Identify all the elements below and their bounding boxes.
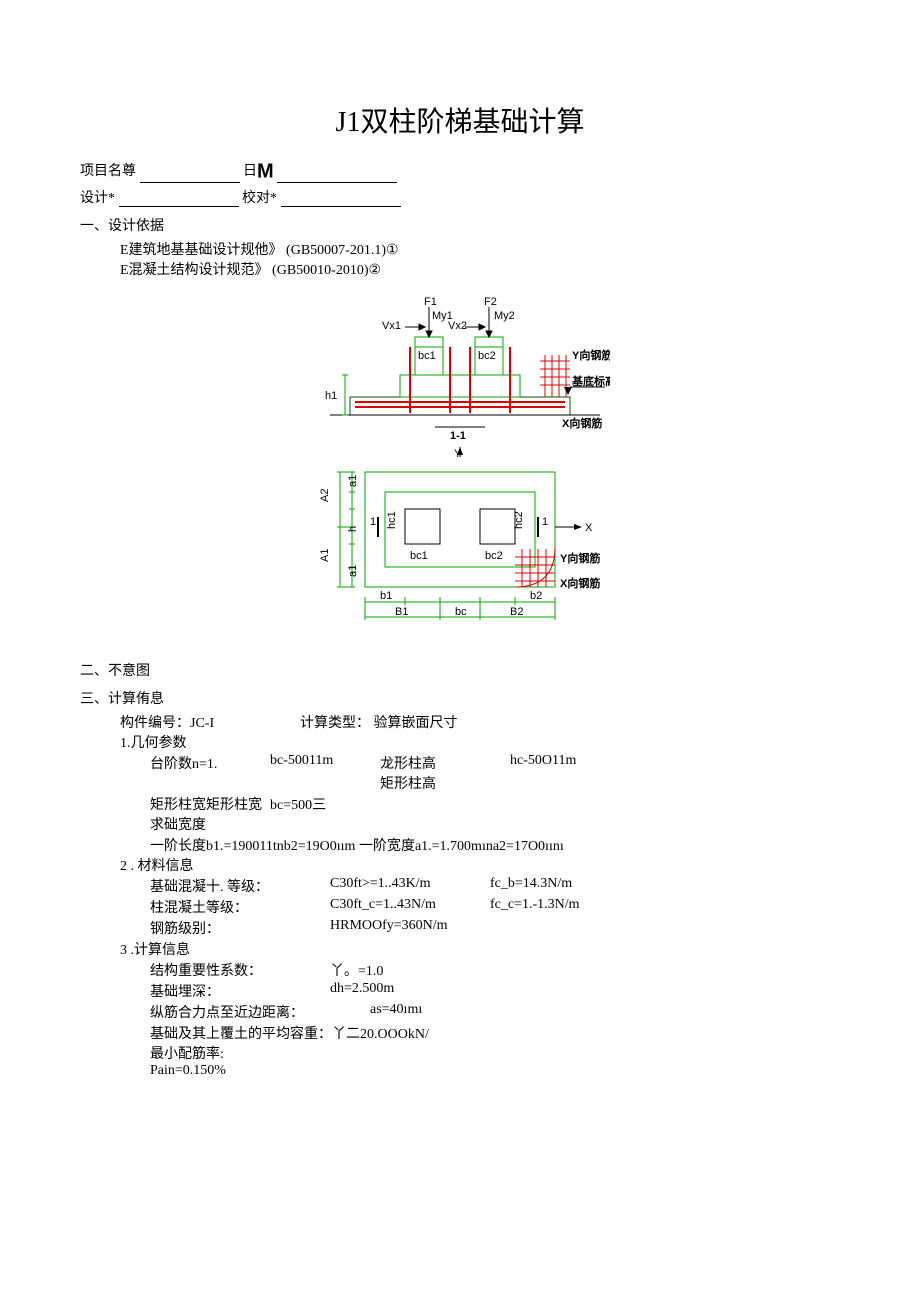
label-base-elev: 基底标高 — [571, 374, 610, 388]
mat-block: 基础混凝十. 等级： C30ft>=1..43K/m fc_b=14.3N/m … — [150, 876, 840, 938]
label-a2: A2 — [319, 489, 331, 502]
label-y-rebar-top: Y向钢筋 — [572, 348, 610, 362]
foundation-diagram: F1 F2 Vx1 My1 Vx2 My2 bc1 bc2 h1 1-1 Y向钢… — [310, 287, 610, 647]
geom-step-dims: 一阶长度b1.=190011tnb2=19O0ıım 一阶宽度a1.=1.700… — [150, 835, 840, 855]
label-a1-top: a1 — [347, 475, 359, 487]
calc-rho-v: Pain=0.150% — [150, 1063, 840, 1079]
label-hc1: hc1 — [386, 512, 398, 530]
label-h1: h1 — [325, 390, 337, 402]
geom-colw: 矩形柱宽矩形柱宽求础宽度 — [150, 794, 270, 834]
calc-rho-l: 最小配筋率: — [150, 1043, 840, 1063]
geom-colh-b: 矩形柱高 — [380, 773, 510, 793]
sub1-title: 1.几何参数 — [120, 732, 840, 752]
check-label: 校对* — [242, 191, 277, 206]
geom-colh-a: 龙形柱高 — [380, 753, 510, 773]
mat-rebar-l: 钢筋级别： — [150, 918, 330, 938]
m-glyph: M — [257, 160, 274, 182]
mat-fcc: fc_c=1.-1.3N/m — [490, 897, 650, 917]
calc-gamma: 基础及其上覆土的平均容重：丫二20.OOOkN/ — [150, 1023, 840, 1043]
label-x-rebar-top: X向钢筋 — [562, 416, 602, 430]
calc-importance-l: 结构重要性系数： — [150, 960, 330, 980]
label-1-right: 1 — [542, 516, 548, 528]
calc-as-l: 纵筋合力点至近边距离： — [150, 1002, 370, 1022]
design-label: 设计* — [80, 191, 115, 206]
designer-line: 设计* 校对* — [80, 187, 840, 207]
label-b2: b2 — [530, 590, 542, 602]
section-1-title: 一、设计依据 — [80, 215, 840, 235]
label-big-b1: B1 — [395, 606, 408, 618]
label-x-axis: X — [585, 522, 593, 534]
calc-as-v: as=40ımı — [370, 1002, 422, 1022]
member-line: 构件编号：JC-I 计算类型： 验算嵌面尺寸 — [120, 712, 840, 732]
check-blank[interactable] — [281, 192, 401, 207]
label-hc2: hc2 — [513, 512, 525, 530]
label-a1: A1 — [319, 549, 331, 562]
date-glyph: 日 — [243, 164, 257, 179]
ref-1: E建筑地基基础设计规他》 (GB50007-201.1)① — [120, 239, 840, 259]
calc-importance-v: 丫。=1.0 — [330, 960, 383, 980]
mat-col-grade-l: 柱混凝土等级： — [150, 897, 330, 917]
calc-type: 计算类型： 验算嵌面尺寸 — [300, 712, 458, 732]
geom-hc: hc-50O11m — [510, 753, 576, 793]
sub2-title: 2 . 材料信息 — [120, 855, 840, 875]
label-f1: F1 — [424, 296, 437, 308]
label-1-1: 1-1 — [450, 430, 466, 442]
project-label: 项目名尊 — [80, 164, 136, 179]
label-bc1-plan: bc1 — [410, 550, 428, 562]
calc-block: 结构重要性系数： 丫。=1.0 基础埋深： dh=2.500m 纵筋合力点至近边… — [150, 960, 840, 1079]
mat-col-grade-v: C30ft_c=1..43N/m — [330, 897, 490, 917]
label-bc2-top: bc2 — [478, 350, 496, 362]
label-f2: F2 — [484, 296, 497, 308]
label-x-rebar-plan: X向钢筋 — [560, 576, 600, 590]
page-title: J1双柱阶梯基础计算 — [80, 100, 840, 140]
project-blank[interactable] — [140, 168, 240, 183]
geom-block: 台阶数n=1. bc-50011m 龙形柱高 矩形柱高 hc-50O11m 矩形… — [150, 753, 840, 855]
sub3-title: 3 .计算信息 — [120, 939, 840, 959]
label-y-rebar-plan: Y向钢筋 — [560, 551, 600, 565]
calc-depth-l: 基础埋深： — [150, 981, 330, 1001]
mat-rebar-v: HRMOOfy=360N/m — [330, 918, 490, 938]
label-big-b2: B2 — [510, 606, 523, 618]
geom-bc: bc-50011m — [270, 753, 380, 793]
label-bc: bc — [455, 606, 467, 618]
member-id: 构件编号：JC-I — [120, 712, 300, 732]
design-blank[interactable] — [119, 192, 239, 207]
label-y-axis: Y — [454, 448, 462, 460]
geom-n: 台阶数n=1. — [150, 753, 270, 793]
label-b1: b1 — [380, 590, 392, 602]
mat-fcb: fc_b=14.3N/m — [490, 876, 650, 896]
mat-found-grade-v: C30ft>=1..43K/m — [330, 876, 490, 896]
label-1-left: 1 — [370, 516, 376, 528]
label-vx1: Vx1 — [382, 320, 401, 332]
section-3-title: 三、计算侑息 — [80, 688, 840, 708]
ref-2: E混凝土结构设计规范》 (GB50010-2010)② — [120, 259, 840, 279]
label-my2: My2 — [494, 310, 515, 322]
label-bc2-plan: bc2 — [485, 550, 503, 562]
label-a1-bot: a1 — [347, 565, 359, 577]
diagram-container: F1 F2 Vx1 My1 Vx2 My2 bc1 bc2 h1 1-1 Y向钢… — [80, 287, 840, 652]
project-line: 项目名尊 日M — [80, 160, 840, 183]
label-h: h — [347, 526, 359, 532]
label-vx2: Vx2 — [448, 320, 467, 332]
mat-found-grade-l: 基础混凝十. 等级： — [150, 876, 330, 896]
geom-bc500: bc=500三 — [270, 794, 326, 834]
section-2-title: 二、不意图 — [80, 660, 840, 680]
label-bc1-top: bc1 — [418, 350, 436, 362]
calc-depth-v: dh=2.500m — [330, 981, 394, 1001]
date-blank[interactable] — [277, 168, 397, 183]
